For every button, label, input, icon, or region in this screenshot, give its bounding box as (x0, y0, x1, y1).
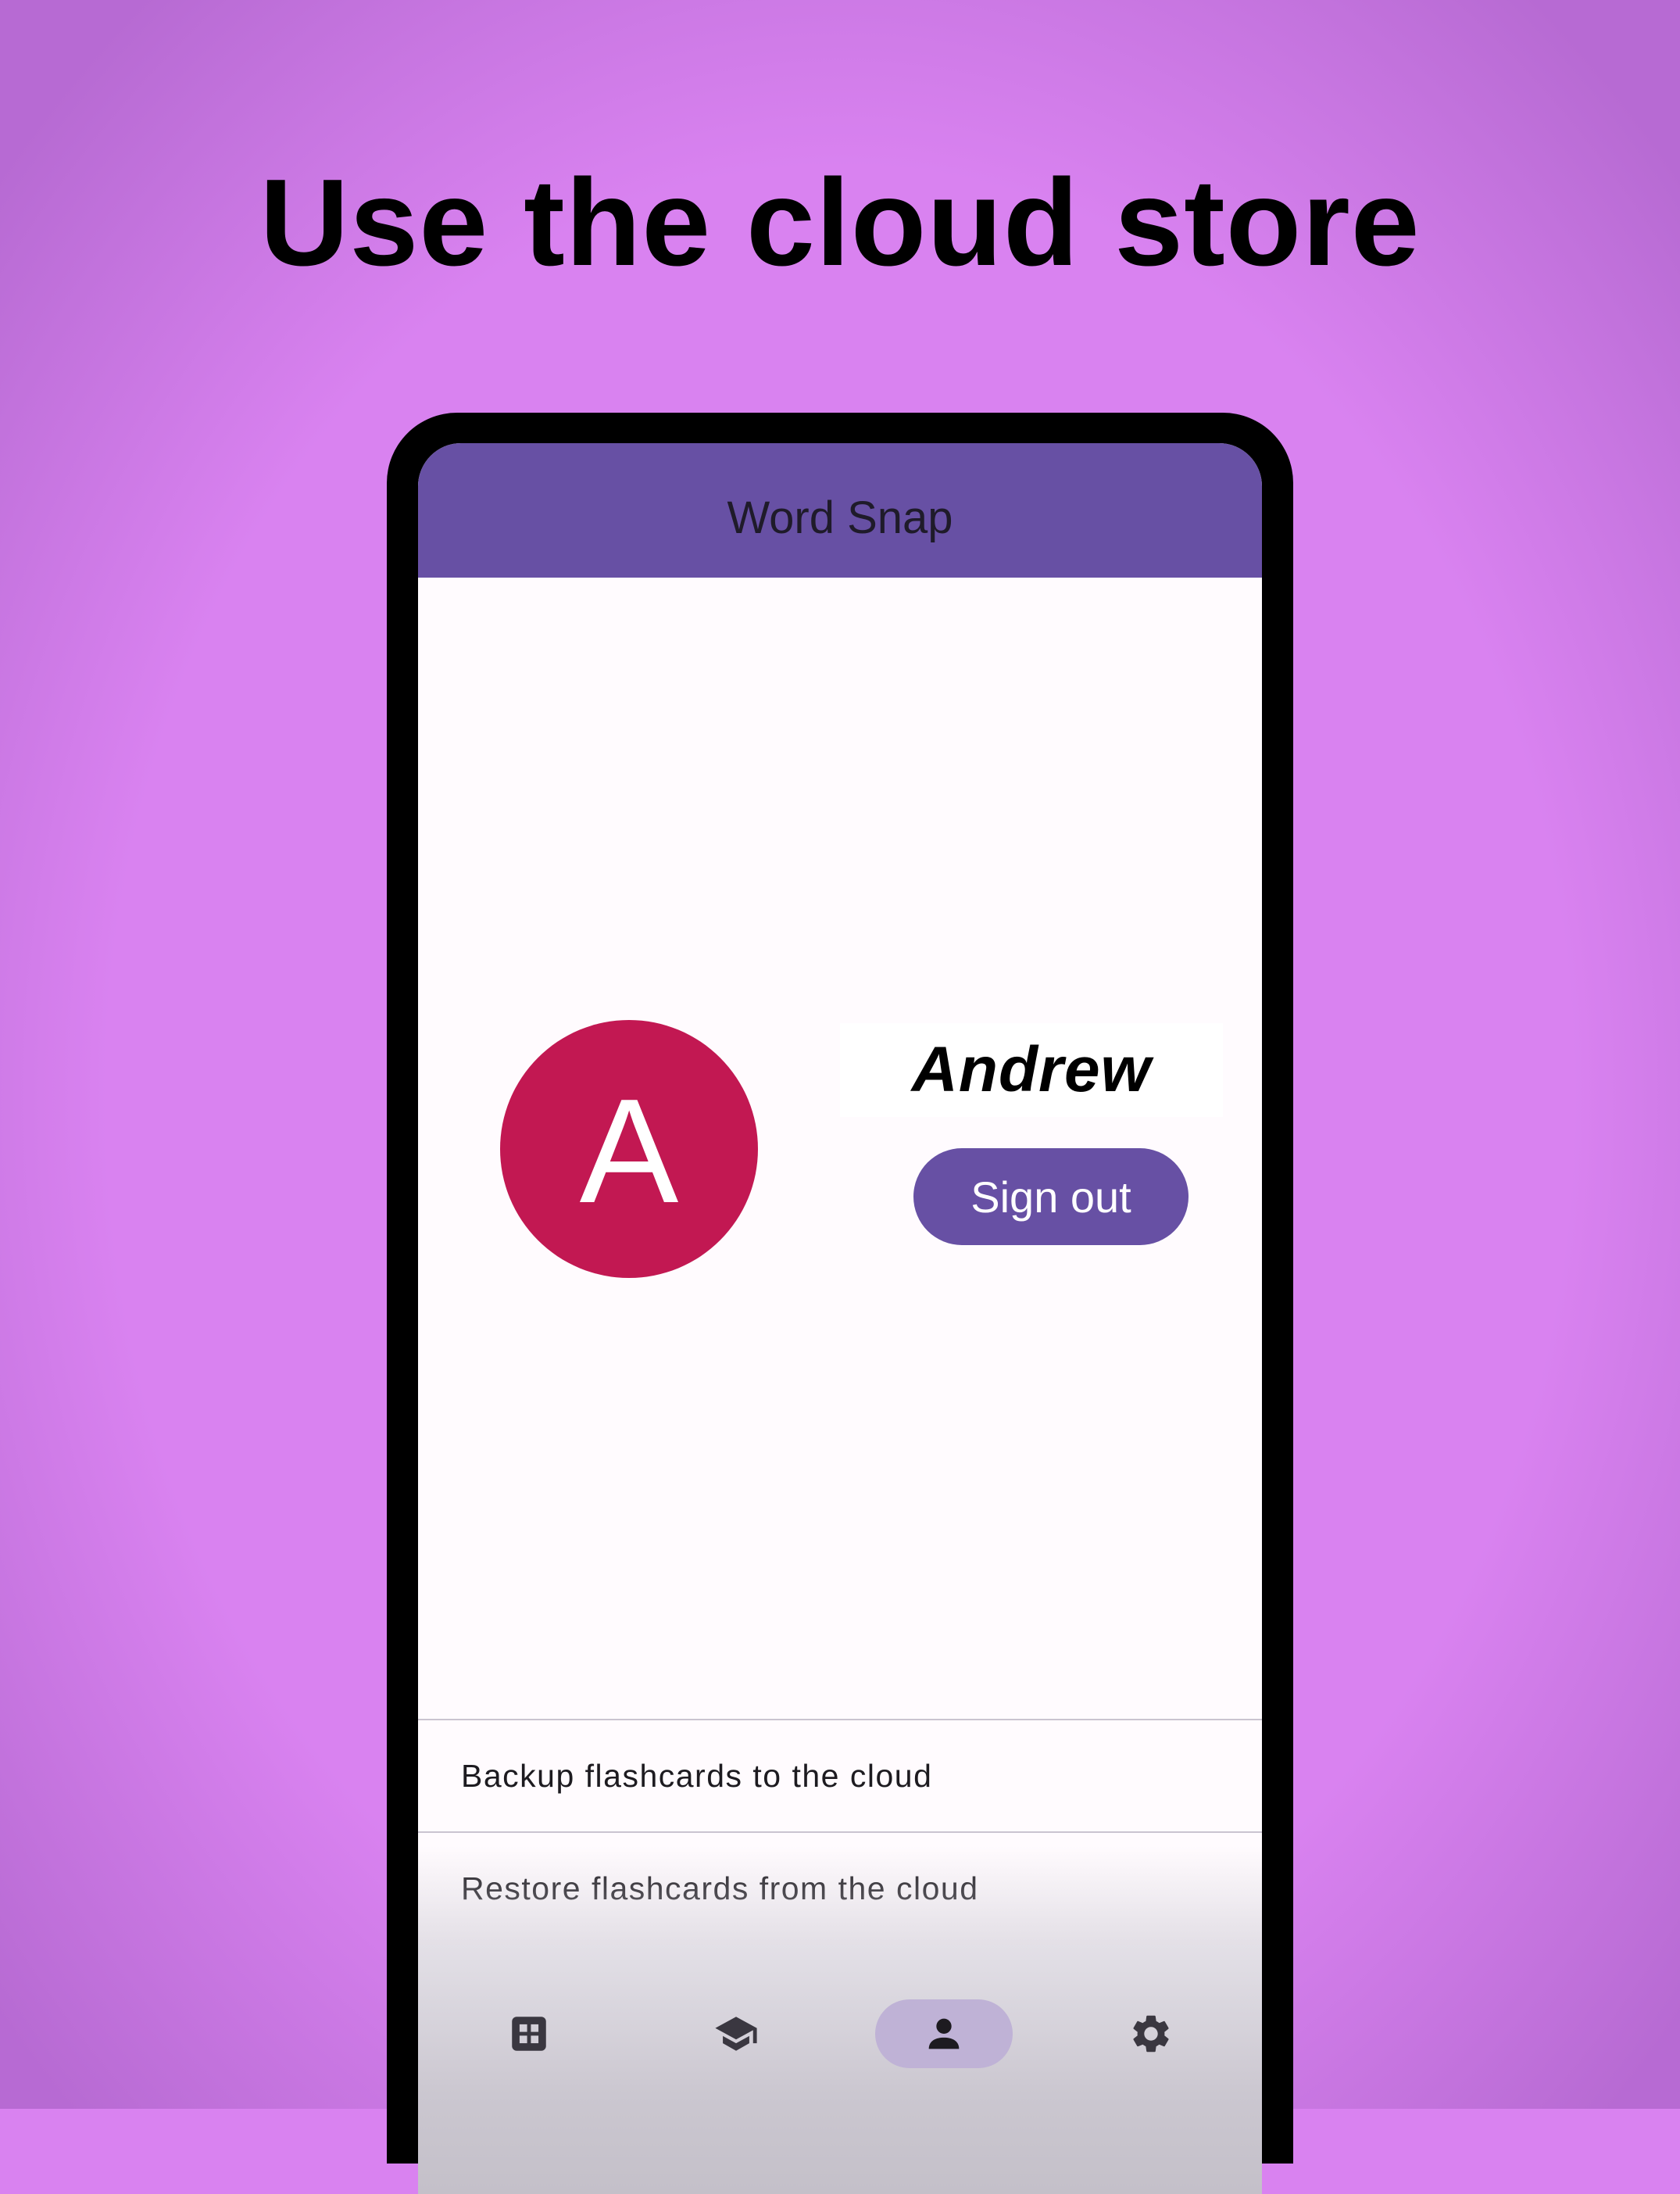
nav-item-settings[interactable] (1082, 1999, 1220, 2068)
app-title: Word Snap (727, 492, 953, 543)
nav-item-learn[interactable] (667, 1999, 805, 2068)
bottom-navigation-bar (418, 1945, 1262, 2194)
app-screen: Word Snap A Andrew Sign out Backup flash… (418, 443, 1262, 2194)
nav-item-home[interactable] (460, 1999, 598, 2068)
avatar-initial: A (579, 1068, 679, 1234)
restore-flashcards-item[interactable]: Restore flashcards from the cloud (418, 1833, 1262, 1944)
dashboard-grid-icon (512, 2017, 546, 2051)
gear-icon (1133, 2015, 1169, 2053)
graduation-cap-icon (715, 2017, 757, 2051)
backup-flashcards-label: Backup flashcards to the cloud (461, 1757, 933, 1794)
sign-out-button[interactable]: Sign out (913, 1148, 1189, 1245)
person-icon (928, 2018, 960, 2049)
restore-flashcards-label: Restore flashcards from the cloud (461, 1870, 979, 1906)
backup-flashcards-item[interactable]: Backup flashcards to the cloud (418, 1720, 1262, 1831)
avatar: A (500, 1020, 758, 1278)
nav-item-profile[interactable] (875, 1999, 1013, 2068)
marketing-headline: Use the cloud store (259, 154, 1421, 292)
user-name: Andrew (911, 1034, 1152, 1105)
sign-out-label: Sign out (970, 1172, 1131, 1222)
top-app-bar: Word Snap (418, 443, 1262, 578)
phone-frame: Word Snap A Andrew Sign out Backup flash… (387, 413, 1293, 2194)
user-name-box: Andrew (840, 1023, 1223, 1117)
